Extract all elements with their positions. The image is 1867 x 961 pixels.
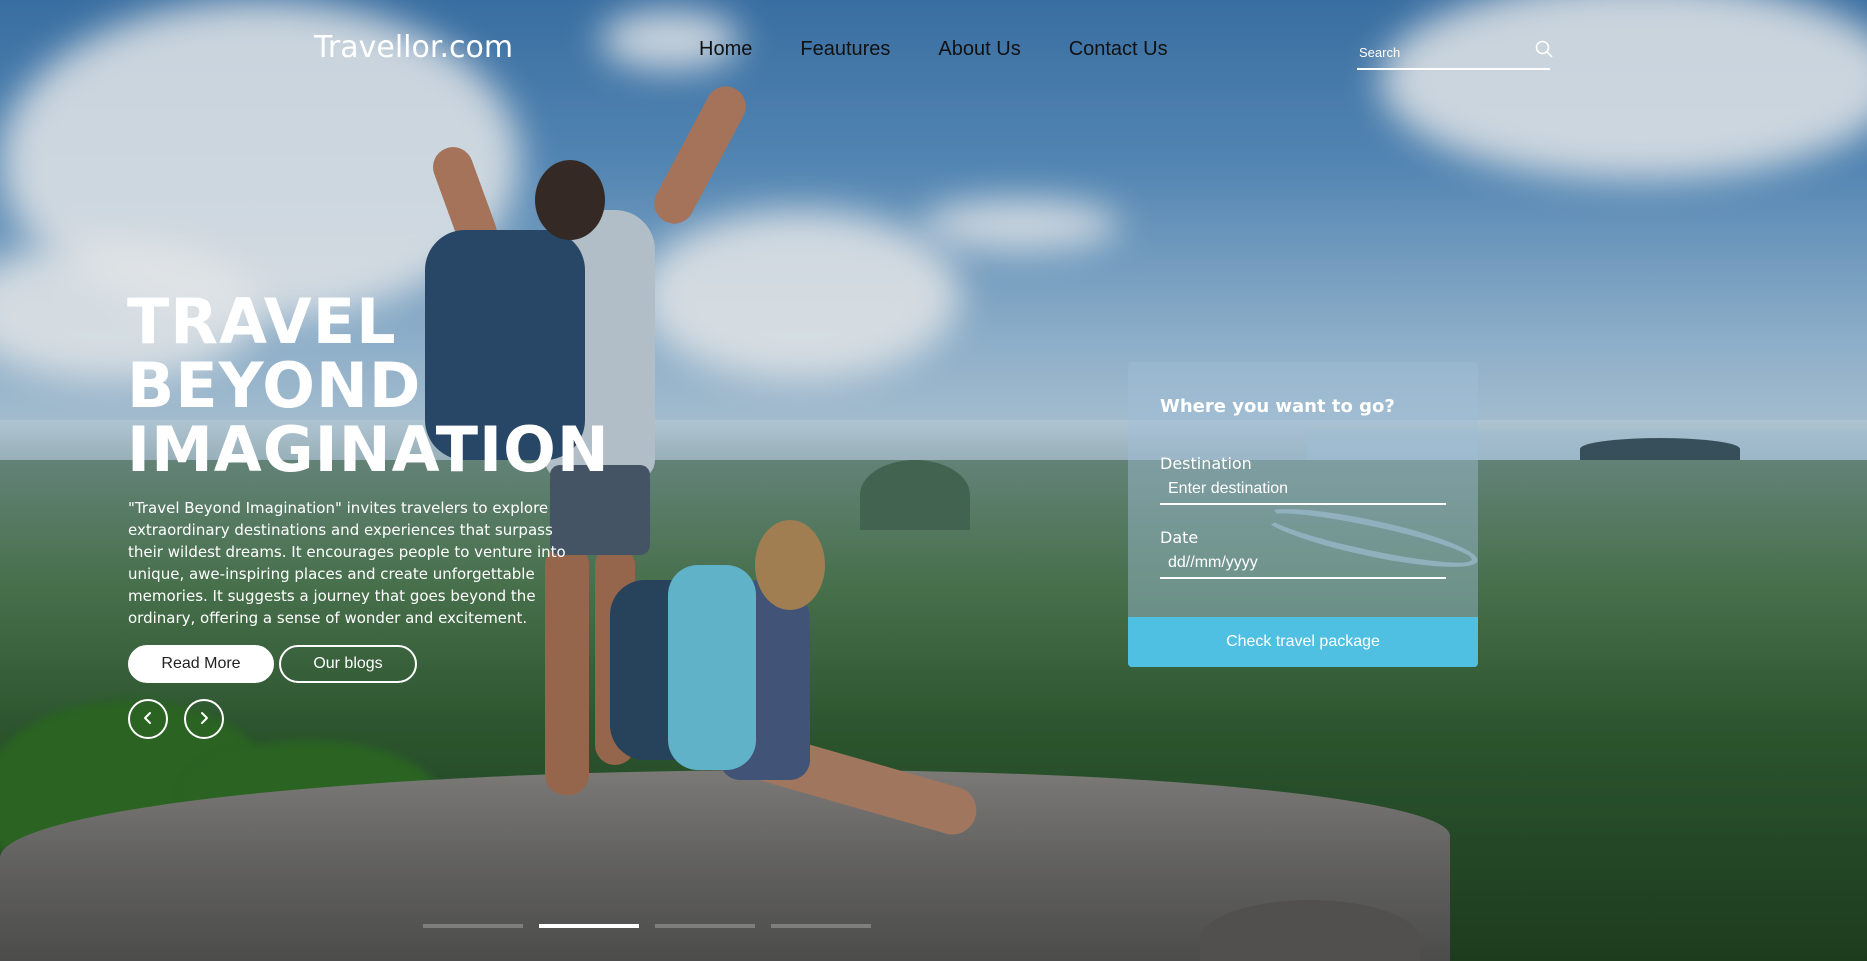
read-more-button[interactable]: Read More [128,645,274,683]
next-slide-button[interactable] [184,699,224,739]
date-field[interactable] [1160,549,1446,579]
destination-label: Destination [1160,454,1252,473]
slide-indicators [423,924,871,928]
search-icon[interactable] [1535,38,1553,60]
site-logo[interactable]: Travellor.com [314,30,513,65]
nav-about-us[interactable]: About Us [938,38,1020,61]
slide-indicator[interactable] [539,924,639,928]
booking-title: Where you want to go? [1160,396,1395,417]
booking-card: Where you want to go? Destination Date C… [1128,362,1478,667]
date-label: Date [1160,528,1199,547]
search-input[interactable] [1357,44,1535,60]
nav-home[interactable]: Home [699,38,752,61]
search-box [1357,36,1553,70]
nav-features[interactable]: Feautures [800,38,890,61]
chevron-right-icon [197,710,211,729]
prev-slide-button[interactable] [128,699,168,739]
nav-contact-us[interactable]: Contact Us [1069,38,1168,61]
hero-description: "Travel Beyond Imagination" invites trav… [128,499,566,627]
main-nav: Home Feautures About Us Contact Us [699,38,1168,61]
slide-indicator[interactable] [655,924,755,928]
destination-field[interactable] [1160,475,1446,505]
slide-indicator[interactable] [423,924,523,928]
check-travel-package-button[interactable]: Check travel package [1128,617,1478,667]
slide-indicator[interactable] [771,924,871,928]
hero-title: TRAVEL BEYOND IMAGINATION [127,285,610,486]
chevron-left-icon [141,710,155,729]
our-blogs-button[interactable]: Our blogs [279,645,417,683]
